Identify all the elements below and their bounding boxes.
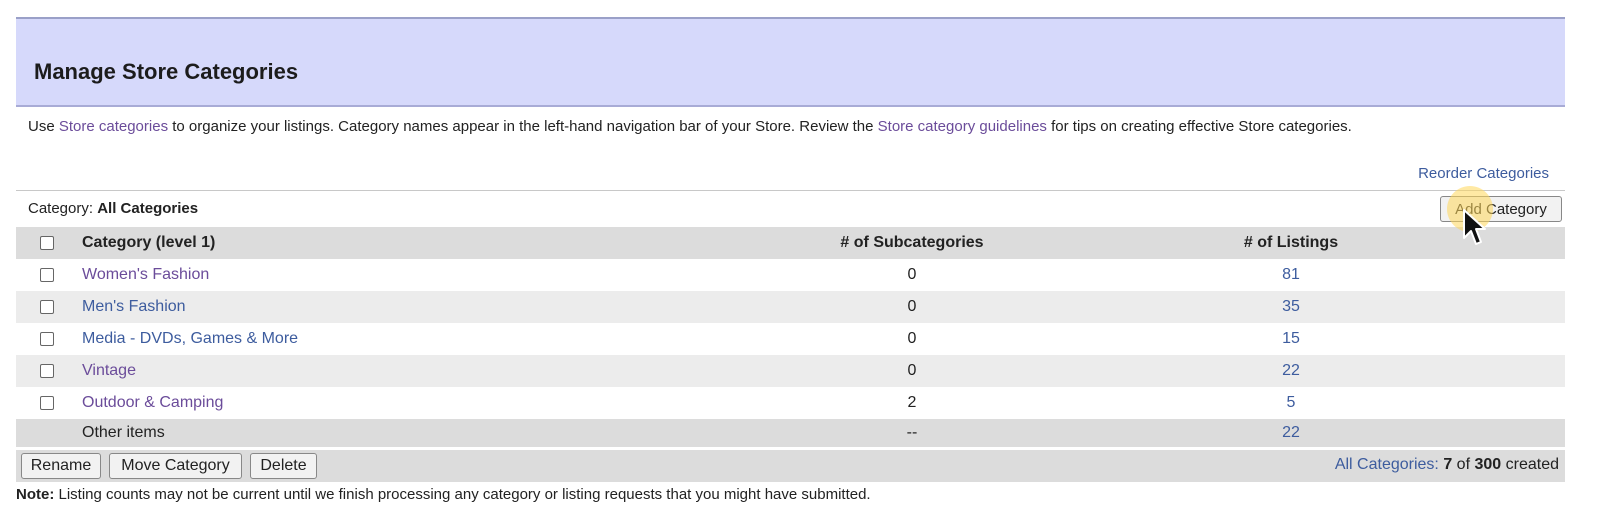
subcategory-count: 0 xyxy=(907,266,917,283)
column-header-listings: # of Listings xyxy=(1243,234,1339,251)
row-checkbox[interactable] xyxy=(40,364,54,378)
select-all-checkbox[interactable] xyxy=(40,236,54,250)
listings-count-link[interactable]: 22 xyxy=(1232,424,1350,442)
listings-count-link[interactable]: 15 xyxy=(1232,330,1350,348)
table-row: Media - DVDs, Games & More 0 15 xyxy=(16,323,1565,355)
delete-button[interactable]: Delete xyxy=(250,453,317,479)
row-checkbox[interactable] xyxy=(40,332,54,346)
table-actions-bar: Rename Move Category Delete All Categori… xyxy=(16,450,1565,482)
listings-count-link[interactable]: 5 xyxy=(1232,394,1350,412)
categories-table: Category (level 1) # of Subcategories # … xyxy=(16,227,1565,447)
move-category-button[interactable]: Move Category xyxy=(109,453,242,479)
rename-button[interactable]: Rename xyxy=(21,453,101,479)
intro-text-middle: to organize your listings. Category name… xyxy=(168,118,878,135)
add-category-button[interactable]: Add Category xyxy=(1440,196,1562,222)
subcategory-count: 0 xyxy=(907,362,917,379)
table-row: Men's Fashion 0 35 xyxy=(16,291,1565,323)
category-link[interactable]: Men's Fashion xyxy=(82,298,186,316)
listings-count-link[interactable]: 22 xyxy=(1232,362,1350,380)
max-count: 300 xyxy=(1474,456,1502,473)
intro-text: Use Store categories to organize your li… xyxy=(28,118,1498,136)
column-header-category: Category (level 1) xyxy=(82,234,216,251)
category-link[interactable]: Media - DVDs, Games & More xyxy=(82,330,298,348)
note-label: Note: xyxy=(16,486,55,503)
page-header: Manage Store Categories xyxy=(16,19,1565,107)
intro-text-start: Use xyxy=(28,118,59,135)
table-row-other-items: Other items -- 22 xyxy=(16,419,1565,447)
row-checkbox[interactable] xyxy=(40,300,54,314)
table-row: Outdoor & Camping 2 5 xyxy=(16,387,1565,419)
reorder-categories-link[interactable]: Reorder Categories xyxy=(1418,165,1549,182)
column-header-subcategories: # of Subcategories xyxy=(840,234,984,251)
table-row: Women's Fashion 0 81 xyxy=(16,259,1565,291)
intro-text-end: for tips on creating effective Store cat… xyxy=(1046,118,1352,135)
other-items-label: Other items xyxy=(82,424,165,441)
subcategory-count: 0 xyxy=(907,298,917,315)
subcategory-count: 2 xyxy=(907,394,917,411)
section-divider xyxy=(16,190,1565,191)
store-category-guidelines-link[interactable]: Store category guidelines xyxy=(878,118,1047,135)
table-header-row: Category (level 1) # of Subcategories # … xyxy=(16,227,1565,259)
created-text: created xyxy=(1505,456,1559,473)
category-link[interactable]: Women's Fashion xyxy=(82,266,209,284)
category-link[interactable]: Vintage xyxy=(82,362,136,380)
table-row: Vintage 0 22 xyxy=(16,355,1565,387)
row-checkbox[interactable] xyxy=(40,268,54,282)
category-label: Category: xyxy=(28,200,94,217)
page-title: Manage Store Categories xyxy=(34,59,299,84)
category-link[interactable]: Outdoor & Camping xyxy=(82,394,223,412)
category-count-summary: All Categories: 7 of 300 created xyxy=(1335,456,1559,474)
listings-count-link[interactable]: 81 xyxy=(1232,266,1350,284)
created-count: 7 xyxy=(1443,456,1453,473)
category-value: All Categories xyxy=(97,200,199,217)
subcategory-count: 0 xyxy=(907,330,917,347)
all-categories-link[interactable]: All Categories: xyxy=(1335,456,1439,473)
listings-count-link[interactable]: 35 xyxy=(1232,298,1350,316)
store-categories-link[interactable]: Store categories xyxy=(59,118,168,135)
note-text: Listing counts may not be current until … xyxy=(58,486,871,503)
subcategory-count: -- xyxy=(906,424,918,441)
listing-count-note: Note: Listing counts may not be current … xyxy=(16,486,871,503)
current-category: Category: All Categories xyxy=(28,200,198,217)
of-text: of xyxy=(1456,456,1471,473)
row-checkbox[interactable] xyxy=(40,396,54,410)
